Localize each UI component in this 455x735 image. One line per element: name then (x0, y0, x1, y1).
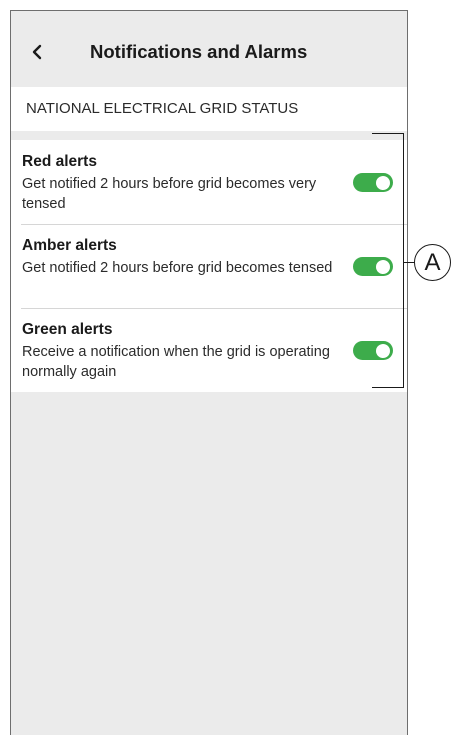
alert-description: Receive a notification when the grid is … (22, 344, 330, 380)
alert-text: Red alerts Get notified 2 hours before g… (22, 152, 347, 214)
alert-title: Red alerts (22, 153, 97, 170)
alert-title: Green alerts (22, 321, 113, 338)
callout-label: A (414, 244, 451, 281)
phone-screen: Notifications and Alarms NATIONAL ELECTR… (10, 10, 408, 735)
alert-row-green: Green alerts Receive a notification when… (11, 308, 407, 392)
chevron-left-icon[interactable] (30, 41, 46, 63)
alert-row-red: Red alerts Get notified 2 hours before g… (11, 140, 407, 224)
alert-description: Get notified 2 hours before grid becomes… (22, 176, 317, 212)
alert-text: Amber alerts Get notified 2 hours before… (22, 236, 347, 278)
alert-description: Get notified 2 hours before grid becomes… (22, 260, 333, 276)
section-divider (11, 131, 407, 140)
alert-row-amber: Amber alerts Get notified 2 hours before… (11, 224, 407, 308)
alert-text: Green alerts Receive a notification when… (22, 320, 347, 382)
section-header: NATIONAL ELECTRICAL GRID STATUS (11, 87, 407, 131)
alerts-list: Red alerts Get notified 2 hours before g… (11, 140, 407, 392)
app-header: Notifications and Alarms (11, 11, 407, 87)
callout-bracket (372, 133, 404, 388)
alert-title: Amber alerts (22, 237, 117, 254)
page-title: Notifications and Alarms (90, 41, 308, 62)
